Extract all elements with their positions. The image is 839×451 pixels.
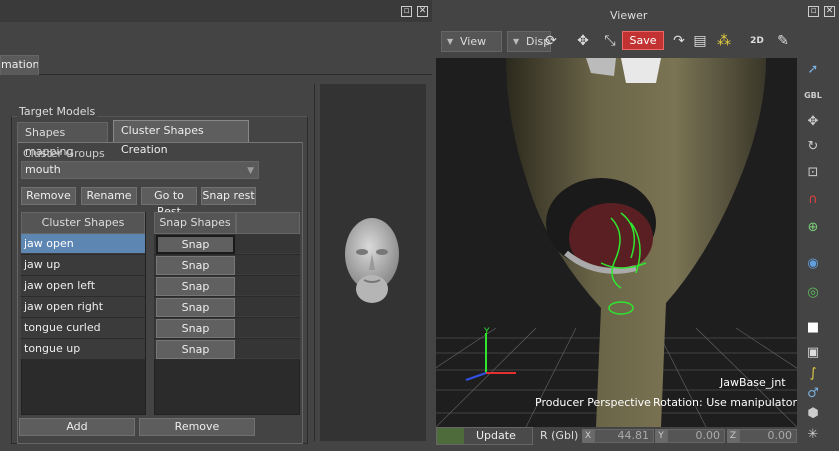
snap-shapes-header-blank[interactable] bbox=[236, 212, 300, 234]
3d-viewport[interactable]: Y bbox=[436, 58, 797, 427]
view-menu-label: View bbox=[460, 35, 487, 48]
tab-animation-label: mation bbox=[1, 58, 39, 71]
pan-icon[interactable]: ✥ bbox=[572, 30, 594, 52]
cluster-groups-select[interactable]: mouth ▼ bbox=[21, 161, 259, 179]
cluster-groups-label: Cluster Groups bbox=[23, 147, 105, 160]
coordinate-mode-label: R (Gbl) bbox=[540, 429, 579, 442]
pivot-icon[interactable]: ⊕ bbox=[803, 218, 823, 238]
rotation-mode-label: Rotation: Use manipulator bbox=[653, 396, 798, 409]
update-indicator bbox=[437, 428, 464, 444]
go-to-rest-button[interactable]: Go to Rest bbox=[141, 187, 197, 218]
left-tabstrip: mation bbox=[0, 55, 432, 75]
axis-z-label: Z bbox=[727, 429, 739, 443]
bone-icon[interactable]: ♂ bbox=[803, 384, 823, 404]
gbl-label: GBL bbox=[804, 91, 822, 100]
global-space-icon[interactable]: GBL bbox=[803, 86, 823, 106]
z-coord-field[interactable]: 0.00 bbox=[739, 429, 797, 443]
list-item[interactable]: jaw open right bbox=[21, 297, 145, 317]
view-2d-icon[interactable]: 2D bbox=[746, 30, 768, 52]
chevron-down-icon: ▼ bbox=[247, 166, 254, 176]
select-arrow-icon[interactable]: ➚ bbox=[803, 60, 823, 80]
cube-shaded-icon[interactable]: ▣ bbox=[803, 343, 823, 363]
curve-tool-icon[interactable]: ↷ bbox=[668, 30, 690, 52]
axis-y-field-label: Y bbox=[655, 429, 667, 443]
chevron-down-icon: ▼ bbox=[447, 37, 454, 46]
snap-button[interactable]: Snap bbox=[156, 256, 235, 275]
globe-icon[interactable]: ◉ bbox=[803, 254, 823, 274]
left-titlebar bbox=[0, 0, 432, 22]
snap-shapes-header[interactable]: Snap Shapes bbox=[154, 212, 236, 234]
keyframe-icon[interactable]: ⁂ bbox=[713, 30, 735, 52]
tab-cluster-shapes-creation[interactable]: Cluster Shapes Creation bbox=[113, 120, 249, 156]
hexagon-icon[interactable]: ⬢ bbox=[803, 404, 823, 424]
remove-shape-button[interactable]: Remove bbox=[139, 418, 255, 436]
restore-icon[interactable]: ▫ bbox=[401, 6, 412, 17]
rename-group-button[interactable]: Rename bbox=[81, 187, 137, 205]
x-coord-field[interactable]: 44.81 bbox=[594, 429, 654, 443]
snap-button[interactable]: Snap bbox=[156, 298, 235, 317]
null-icon[interactable]: ✳ bbox=[803, 425, 823, 445]
view-menu[interactable]: ▼ View bbox=[441, 31, 502, 52]
view-2d-label: 2D bbox=[750, 36, 764, 46]
brush-icon[interactable]: ✎ bbox=[772, 30, 794, 52]
add-shape-button[interactable]: Add bbox=[19, 418, 135, 436]
y-coord-field[interactable]: 0.00 bbox=[667, 429, 725, 443]
update-label: Update bbox=[476, 429, 516, 442]
restore-icon[interactable]: ▫ bbox=[808, 6, 819, 17]
cluster-groups-value: mouth bbox=[25, 163, 61, 176]
list-item[interactable]: jaw open left bbox=[21, 276, 145, 296]
cube-icon[interactable]: ■ bbox=[803, 318, 823, 338]
list-item[interactable]: jaw open bbox=[21, 234, 145, 254]
head-preview bbox=[320, 84, 426, 441]
list-item[interactable]: jaw up bbox=[21, 255, 145, 275]
panel-divider[interactable] bbox=[314, 84, 315, 441]
head-thumbnail-icon bbox=[345, 218, 399, 303]
selected-object-label: JawBase_jnt bbox=[720, 376, 786, 389]
dolly-icon[interactable]: ⤡ bbox=[599, 30, 621, 52]
close-icon[interactable]: ✕ bbox=[417, 6, 428, 17]
axis-y-label: Y bbox=[483, 327, 490, 337]
save-button[interactable]: Save bbox=[622, 31, 664, 50]
remove-group-button[interactable]: Remove bbox=[21, 187, 76, 205]
camera-label: Producer Perspective bbox=[535, 396, 651, 409]
orbit-icon[interactable]: ⟳ bbox=[540, 30, 562, 52]
rotate-icon[interactable]: ↻ bbox=[803, 137, 823, 157]
snap-button[interactable]: Snap bbox=[156, 319, 235, 338]
viewer-title: Viewer bbox=[610, 9, 648, 22]
chevron-down-icon: ▼ bbox=[513, 37, 520, 46]
magnet-icon[interactable]: ∩ bbox=[803, 190, 823, 210]
axis-x-label: X bbox=[582, 429, 594, 443]
cycle-icon[interactable]: ◎ bbox=[803, 283, 823, 303]
scale-icon[interactable]: ⊡ bbox=[803, 163, 823, 183]
list-item[interactable]: tongue up bbox=[21, 339, 145, 359]
target-models-title: Target Models bbox=[17, 105, 98, 118]
snap-rest-button[interactable]: Snap rest bbox=[201, 187, 256, 205]
tab-animation[interactable]: mation bbox=[0, 55, 39, 75]
curve-icon[interactable]: ∫ bbox=[803, 364, 823, 384]
snap-button[interactable]: Snap bbox=[156, 340, 235, 359]
ruler-icon[interactable]: ▤ bbox=[689, 30, 711, 52]
close-icon[interactable]: ✕ bbox=[824, 6, 835, 17]
list-item[interactable]: tongue curled bbox=[21, 318, 145, 338]
snap-button[interactable]: Snap bbox=[156, 277, 235, 296]
translate-icon[interactable]: ✥ bbox=[803, 112, 823, 132]
snap-button[interactable]: Snap bbox=[156, 235, 235, 254]
scene-render: Y bbox=[436, 58, 797, 427]
tab-shapes-mapping[interactable]: Shapes mapping bbox=[17, 122, 108, 158]
cluster-shapes-header[interactable]: Cluster Shapes bbox=[21, 212, 145, 234]
